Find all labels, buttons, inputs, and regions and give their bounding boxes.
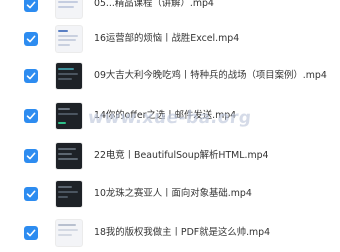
file-row[interactable]: 10龙珠之赛亚人丨面向对象基础.mp4	[0, 175, 340, 213]
video-thumbnail	[56, 143, 82, 169]
file-name: 18我的版权我做主丨PDF就是这么帅.mp4	[94, 227, 271, 238]
file-row[interactable]: 18我的版权我做主丨PDF就是这么帅.mp4	[0, 214, 340, 252]
checkbox-checked-icon[interactable]	[24, 226, 38, 240]
file-name: 05...精品课程（讲解）.mp4	[94, 0, 214, 9]
file-row[interactable]: 16运营部的烦恼丨战胜Excel.mp4	[0, 20, 340, 58]
file-name: 09大吉大利今晚吃鸡丨特种兵的战场（项目案例）.mp4	[94, 70, 327, 81]
file-name: 22电竞丨BeautifulSoup解析HTML.mp4	[94, 150, 269, 161]
checkbox-checked-icon[interactable]	[24, 109, 38, 123]
file-row[interactable]: 05...精品课程（讲解）.mp4	[0, 0, 340, 18]
file-row[interactable]: 22电竞丨BeautifulSoup解析HTML.mp4	[0, 136, 340, 174]
checkbox-checked-icon[interactable]	[24, 187, 38, 201]
file-name: 14你的offer之选丨邮件发送.mp4	[94, 110, 237, 121]
file-row[interactable]: 09大吉大利今晚吃鸡丨特种兵的战场（项目案例）.mp4	[0, 56, 340, 94]
file-name: 10龙珠之赛亚人丨面向对象基础.mp4	[94, 188, 252, 199]
checkbox-checked-icon[interactable]	[24, 69, 38, 83]
video-thumbnail	[56, 26, 82, 52]
checkbox-checked-icon[interactable]	[24, 32, 38, 46]
file-row[interactable]: 14你的offer之选丨邮件发送.mp4	[0, 96, 340, 134]
file-name: 16运营部的烦恼丨战胜Excel.mp4	[94, 33, 240, 44]
checkbox-checked-icon[interactable]	[24, 0, 38, 12]
video-thumbnail	[56, 0, 82, 18]
video-thumbnail	[56, 220, 82, 246]
video-thumbnail	[56, 63, 82, 89]
video-thumbnail	[56, 181, 82, 207]
video-thumbnail	[56, 103, 82, 129]
checkbox-checked-icon[interactable]	[24, 149, 38, 163]
